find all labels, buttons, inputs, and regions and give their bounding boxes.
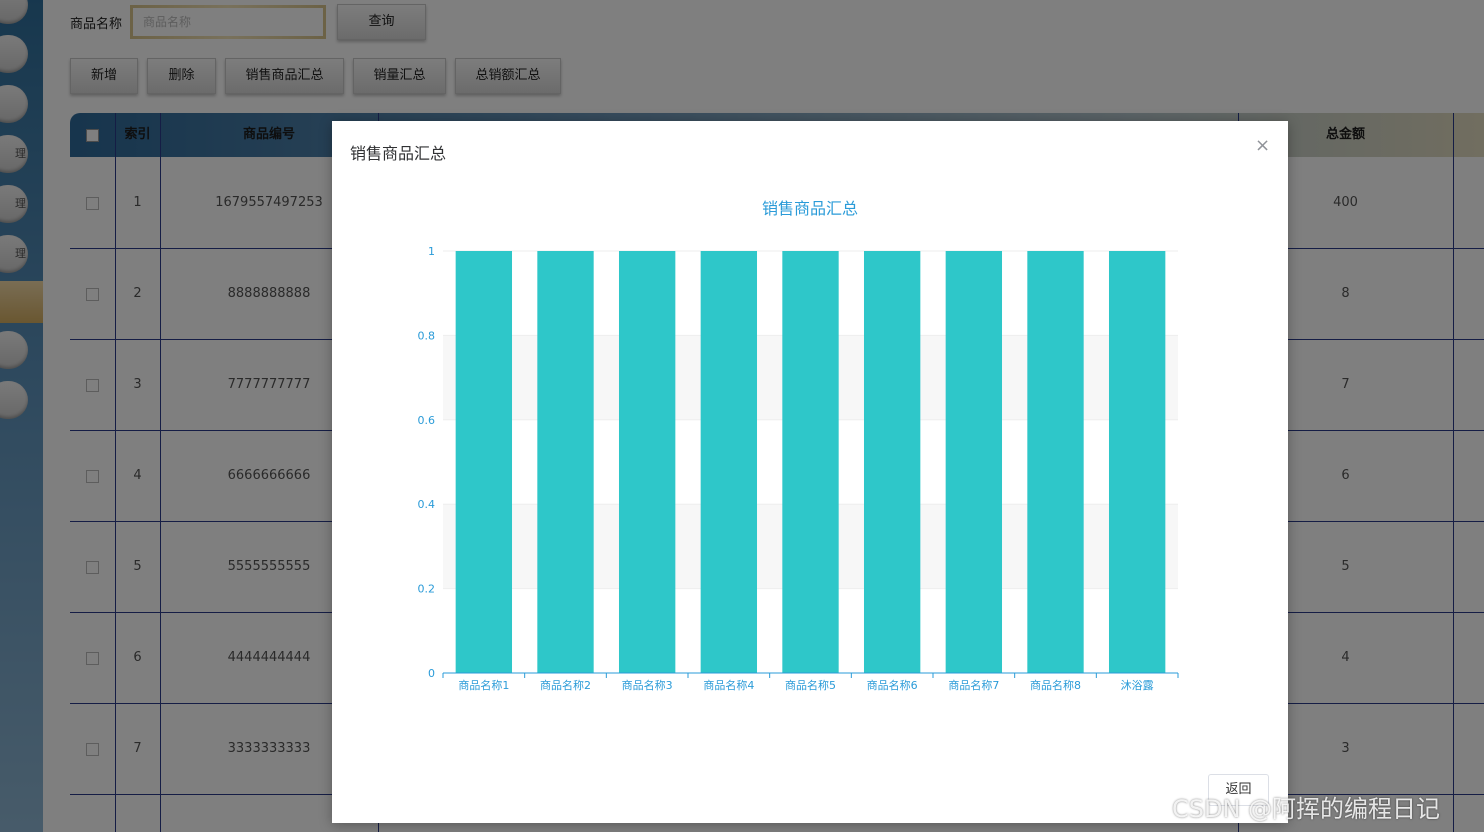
y-tick-label: 0.2 (418, 583, 436, 596)
x-tick-label: 商品名称6 (867, 678, 918, 692)
x-tick-label: 商品名称3 (622, 678, 673, 692)
bar-chart: 0 0.2 0.4 0.6 0.8 1 商品名称1 商品名称2 商品名称3 商品名称4 商品名称5 商… (418, 199, 1179, 692)
bar[interactable] (945, 251, 1003, 673)
x-tick-label: 商品名称4 (703, 678, 754, 692)
x-tick-label: 商品名称1 (458, 678, 509, 692)
bar[interactable] (618, 251, 676, 673)
x-tick-label: 商品名称8 (1030, 678, 1081, 692)
watermark: CSDN @阿挥的编程日记 (1172, 795, 1441, 823)
x-tick-label: 商品名称7 (948, 678, 999, 692)
y-tick-label: 1 (428, 245, 435, 258)
x-tick-label: 商品名称2 (540, 678, 591, 692)
x-tick-label: 沐浴露 (1121, 679, 1154, 692)
bar[interactable] (455, 251, 513, 673)
x-tick-label: 商品名称5 (785, 678, 836, 692)
sales-summary-dialog: 销售商品汇总 × 0 0.2 0.4 0.6 0.8 1 商品名称1 商品名称2 商品名称3 商品… (332, 121, 1288, 823)
bar[interactable] (1108, 251, 1166, 673)
y-tick-label: 0.4 (418, 498, 436, 511)
y-tick-label: 0.8 (418, 329, 436, 342)
chart-title: 销售商品汇总 (762, 199, 858, 218)
y-tick-label: 0 (428, 667, 435, 680)
bar[interactable] (782, 251, 839, 673)
bar[interactable] (700, 251, 758, 673)
y-tick-label: 0.6 (418, 414, 436, 427)
bar[interactable] (1027, 251, 1084, 673)
bar[interactable] (863, 251, 921, 673)
bar[interactable] (537, 251, 594, 673)
